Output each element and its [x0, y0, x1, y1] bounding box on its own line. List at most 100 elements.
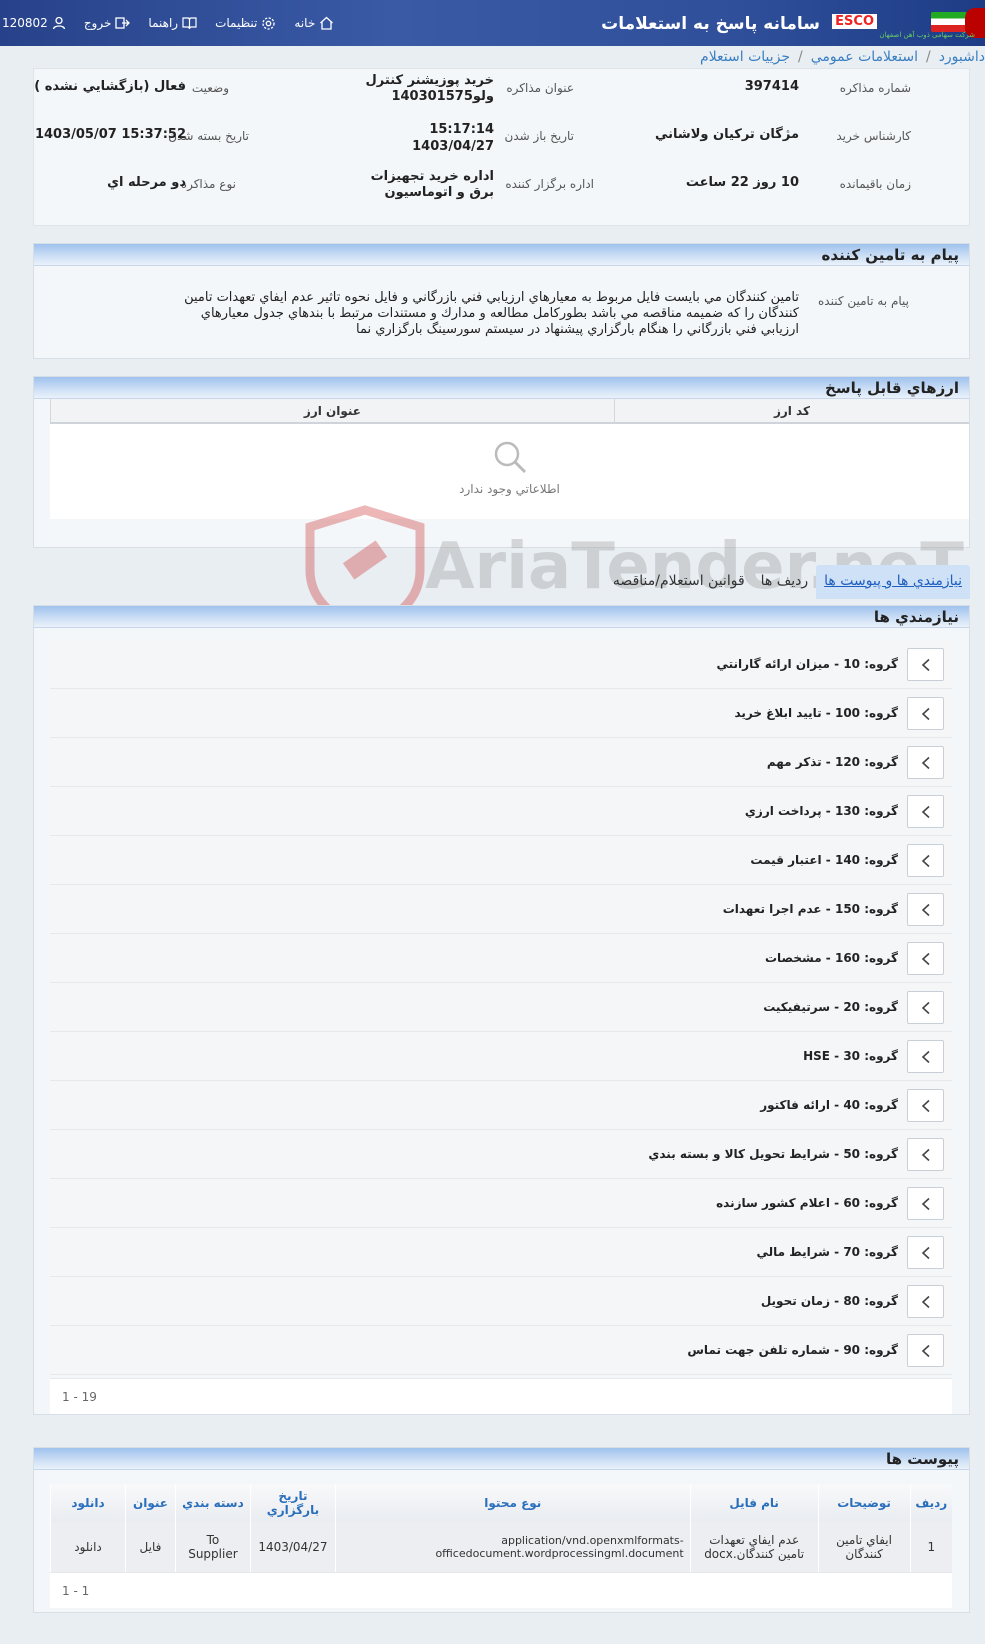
cell-upload-date: 1403/04/27	[249, 1522, 336, 1572]
col-title[interactable]: عنوان	[124, 1484, 176, 1522]
home-link[interactable]: خانه	[294, 16, 334, 30]
list-item[interactable]: گروه: 60 - اعلام كشور سازنده	[50, 1179, 952, 1228]
list-item[interactable]: گروه: 80 - زمان تحويل	[50, 1277, 952, 1326]
list-item[interactable]: گروه: 20 - سرتيفيكيت	[50, 983, 952, 1032]
chevron-left-icon	[921, 854, 930, 867]
list-item[interactable]: گروه: 160 - مشخصات	[50, 934, 952, 983]
expand-button[interactable]	[907, 893, 944, 926]
expand-button[interactable]	[907, 942, 944, 975]
search-icon	[494, 441, 526, 474]
group-label: گروه: 70 - شرايط مالي	[756, 1245, 898, 1259]
chevron-left-icon	[921, 1050, 930, 1063]
tab-rows[interactable]: رديف ها	[753, 565, 816, 599]
col-description[interactable]: توضيحات	[817, 1484, 911, 1522]
number-value: 397414	[744, 79, 799, 94]
col-content-type[interactable]: نوع محتوا	[334, 1484, 691, 1522]
col-download[interactable]: دانلود	[50, 1484, 126, 1522]
attachments-footer: 1 - 1	[50, 1572, 952, 1608]
expand-button[interactable]	[907, 991, 944, 1024]
list-item[interactable]: گروه: 70 - شرايط مالي	[50, 1228, 952, 1277]
group-label: گروه: 120 - تذكر مهم	[766, 755, 898, 769]
expand-button[interactable]	[907, 746, 944, 779]
breadcrumb: داشبورد / استعلامات عمومي / جزييات استعل…	[0, 46, 985, 68]
group-label: گروه: 140 - اعتبار قيمت	[750, 853, 898, 867]
currencies-table-wrap: كد ارز عنوان ارز اطلاعاتي وجود ندارد	[50, 399, 969, 519]
list-item[interactable]: گروه: 30 - HSE	[50, 1032, 952, 1081]
requirements-title: نيازمندي ها	[34, 606, 969, 628]
attachments-table-wrap: رديف توضيحات نام فايل نوع محتوا تاريخ با…	[50, 1484, 952, 1608]
expand-button[interactable]	[907, 1187, 944, 1220]
attachments-panel: پيوست ها رديف توضيحات نام فايل نوع محتوا…	[33, 1447, 970, 1613]
download-link[interactable]: دانلود	[50, 1522, 126, 1572]
attachments-table: رديف توضيحات نام فايل نوع محتوا تاريخ با…	[50, 1484, 952, 1572]
expand-button[interactable]	[907, 844, 944, 877]
requirement-groups: گروه: 10 - ميزان ارائه گارانتي گروه: 100 …	[50, 640, 952, 1375]
col-currency-title[interactable]: عنوان ارز	[50, 399, 615, 424]
list-item[interactable]: گروه: 90 - شماره تلفن جهت تماس	[50, 1326, 952, 1375]
list-item[interactable]: گروه: 40 - ارائه فاكتور	[50, 1081, 952, 1130]
title-value: خريد پوزيشنر كنترل ولو140301575	[365, 73, 494, 104]
list-item[interactable]: گروه: 10 - ميزان ارائه گارانتي	[50, 640, 952, 689]
list-item[interactable]: گروه: 140 - اعتبار قيمت	[50, 836, 952, 885]
user-icon	[52, 16, 65, 30]
tab-requirements[interactable]: نيازمندي ها و پيوست ها	[816, 565, 970, 599]
close-value: 1403/05/07 15:37:52	[34, 127, 186, 142]
col-filename[interactable]: نام فايل	[689, 1484, 819, 1522]
list-item[interactable]: گروه: 120 - تذكر مهم	[50, 738, 952, 787]
type-value: دو مرحله اي	[107, 175, 186, 190]
col-upload-date[interactable]: تاريخ بارگزاري	[249, 1484, 336, 1522]
expand-button[interactable]	[907, 1334, 944, 1367]
expand-button[interactable]	[907, 795, 944, 828]
col-currency-code[interactable]: كد ارز	[613, 399, 969, 424]
company-name: شرکت سهامی ذوب آهن اصفهان	[879, 31, 975, 39]
breadcrumb-public-inquiries[interactable]: استعلامات عمومي	[811, 49, 918, 65]
breadcrumb-separator: /	[925, 49, 931, 65]
expand-button[interactable]	[907, 1236, 944, 1269]
group-label: گروه: 60 - اعلام كشور سازنده	[716, 1196, 898, 1210]
group-label: گروه: 90 - شماره تلفن جهت تماس	[687, 1343, 898, 1357]
chevron-left-icon	[921, 1295, 930, 1308]
number-label: شماره مذاكره	[839, 81, 911, 95]
esco-logo: ESCO	[832, 14, 877, 29]
group-label: گروه: 40 - ارائه فاكتور	[760, 1098, 898, 1112]
app-title: سامانه پاسخ به استعلامات	[601, 14, 820, 34]
expand-button[interactable]	[907, 648, 944, 681]
chevron-left-icon	[921, 658, 930, 671]
chevron-left-icon	[921, 1246, 930, 1259]
list-item[interactable]: گروه: 100 - تاييد ابلاغ خريد	[50, 689, 952, 738]
supplier-message-label: پيام به تامين كننده	[818, 294, 909, 308]
logout-icon	[115, 17, 131, 29]
list-item[interactable]: گروه: 50 - شرايط تحويل كالا و بسته بندي	[50, 1130, 952, 1179]
user-id[interactable]: 120802	[2, 16, 66, 30]
chevron-left-icon	[921, 805, 930, 818]
expand-button[interactable]	[907, 1285, 944, 1318]
cell-description: ايفاي تامين كنندگان	[817, 1522, 911, 1572]
breadcrumb-dashboard[interactable]: داشبورد	[939, 49, 985, 65]
gear-icon	[262, 16, 276, 30]
col-row[interactable]: رديف	[909, 1484, 952, 1522]
group-label: گروه: 80 - زمان تحويل	[760, 1294, 898, 1308]
company-logo: ESCO شرکت سهامی ذوب آهن اصفهان	[825, 0, 985, 46]
chevron-left-icon	[921, 707, 930, 720]
status-value: فعال (بازگشايي نشده )	[34, 79, 186, 94]
breadcrumb-separator: /	[798, 49, 803, 65]
logout-link[interactable]: خروج	[84, 16, 131, 30]
expert-label: كارشناس خريد	[836, 129, 911, 143]
open-label: تاريخ باز شدن	[504, 129, 574, 143]
expand-button[interactable]	[907, 697, 944, 730]
expand-button[interactable]	[907, 1138, 944, 1171]
cell-filename: عدم ايفاي تعهدات تامين كنندگان.docx	[689, 1522, 819, 1572]
list-item[interactable]: گروه: 150 - عدم اجرا تعهدات	[50, 885, 952, 934]
col-category[interactable]: دسته بندي	[174, 1484, 251, 1522]
settings-link[interactable]: تنظیمات	[215, 16, 276, 31]
cell-content-type: application/vnd.openxmlformats-officedoc…	[334, 1522, 691, 1572]
list-item[interactable]: گروه: 130 - پرداخت ارزي	[50, 787, 952, 836]
breadcrumb-inquiry-details[interactable]: جزييات استعلام	[700, 49, 790, 65]
open-time: 15:17:14	[429, 122, 494, 137]
group-label: گروه: 10 - ميزان ارائه گارانتي	[716, 657, 898, 671]
tab-rules[interactable]: قوانين استعلام/مناقصه	[605, 565, 753, 599]
book-icon	[182, 17, 197, 30]
expand-button[interactable]	[907, 1089, 944, 1122]
expand-button[interactable]	[907, 1040, 944, 1073]
help-link[interactable]: راهنما	[148, 16, 197, 30]
